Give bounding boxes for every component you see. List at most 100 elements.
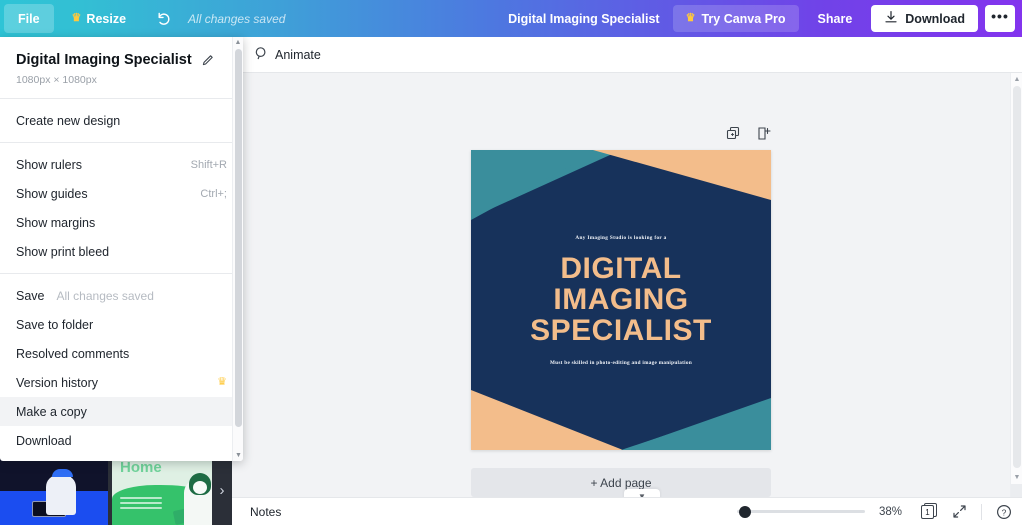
- thumbnail-text-lines: [120, 497, 162, 511]
- scrollbar-corner: [1011, 484, 1022, 497]
- menu-item-resolved-comments[interactable]: Resolved comments: [0, 339, 243, 368]
- file-menu-design-title[interactable]: Digital Imaging Specialist: [16, 52, 192, 68]
- poster-text-block: Any Imaging Studio is looking for a DIGI…: [471, 150, 771, 450]
- canva-editor-window: Home › Animat: [0, 0, 1022, 525]
- menu-item-label: Create new design: [16, 114, 120, 128]
- undo-arrow-icon[interactable]: [148, 4, 178, 33]
- poster-sub-headline: Must be skilled in photo-editing and ima…: [550, 360, 692, 366]
- menu-item-label: Show guides: [16, 187, 88, 201]
- menu-item-label: Make a copy: [16, 405, 87, 419]
- poster-headline-line-1: DIGITAL: [530, 253, 712, 284]
- menu-item-version-history[interactable]: Version history ♛: [0, 368, 243, 397]
- status-bar-divider: [981, 504, 982, 520]
- more-options-button[interactable]: •••: [985, 5, 1015, 32]
- try-canva-pro-button[interactable]: ♛ Try Canva Pro: [673, 5, 799, 32]
- topbar-left-group: File ♛ Resize All changes saved: [0, 0, 285, 37]
- menu-item-label: Save: [16, 289, 45, 303]
- file-menu-button[interactable]: File: [4, 4, 54, 33]
- menu-item-show-guides[interactable]: Show guides Ctrl+;: [0, 179, 243, 208]
- page-number-label: 1: [921, 505, 934, 519]
- duplicate-page-icon[interactable]: [726, 126, 741, 141]
- template-thumbnail[interactable]: Home: [112, 455, 220, 525]
- file-menu-dimensions: 1080px × 1080px: [16, 74, 227, 86]
- scrollbar-thumb[interactable]: [1013, 86, 1021, 468]
- template-thumbnail-row: Home: [0, 455, 232, 525]
- template-thumbnail[interactable]: [0, 455, 108, 525]
- try-canva-pro-label: Try Canva Pro: [701, 12, 785, 26]
- menu-item-label: Resolved comments: [16, 347, 129, 361]
- menu-item-label: Show margins: [16, 216, 95, 230]
- resize-label: Resize: [86, 12, 126, 26]
- poster-headline-line-2: IMAGING: [530, 284, 712, 315]
- save-status-label: All changes saved: [188, 12, 285, 26]
- zoom-level-label: 38%: [879, 506, 907, 518]
- add-page-icon[interactable]: [757, 126, 772, 141]
- svg-text:?: ?: [1002, 507, 1007, 517]
- scroll-down-arrow-icon[interactable]: ▼: [233, 450, 243, 461]
- menu-item-show-rulers[interactable]: Show rulers Shift+R: [0, 150, 243, 179]
- scroll-down-arrow-icon[interactable]: ▼: [1011, 472, 1022, 483]
- download-label: Download: [905, 12, 965, 26]
- zoom-slider-track: [737, 510, 865, 513]
- menu-item-label: Save to folder: [16, 318, 93, 332]
- design-page-poster[interactable]: Any Imaging Studio is looking for a DIGI…: [471, 150, 771, 450]
- crown-icon: ♛: [72, 13, 82, 24]
- file-menu-scrollbar[interactable]: ▲ ▼: [232, 37, 243, 461]
- pencil-icon[interactable]: [201, 53, 215, 67]
- menu-item-label: Version history: [16, 376, 98, 390]
- page-count-button[interactable]: 1: [921, 503, 938, 520]
- menu-item-shortcut: Shift+R: [191, 159, 227, 171]
- menu-item-save-to-folder[interactable]: Save to folder: [0, 310, 243, 339]
- resize-button[interactable]: ♛ Resize: [62, 4, 136, 33]
- help-icon[interactable]: ?: [996, 504, 1012, 520]
- thumbnail-home-label: Home: [120, 459, 162, 476]
- menu-item-shortcut: Ctrl+;: [200, 188, 227, 200]
- menu-item-make-a-copy[interactable]: Make a copy: [0, 397, 243, 426]
- zoom-slider-knob[interactable]: [739, 506, 751, 518]
- download-icon: [884, 10, 898, 27]
- zoom-slider[interactable]: [737, 506, 865, 518]
- menu-item-label: Show print bleed: [16, 245, 109, 259]
- canvas-vertical-scrollbar[interactable]: ▲ ▼: [1010, 73, 1022, 497]
- add-page-button[interactable]: + Add page: [471, 468, 771, 497]
- canvas-scroll-area: Any Imaging Studio is looking for a DIGI…: [232, 73, 1022, 525]
- fullscreen-icon[interactable]: [952, 504, 967, 519]
- animate-button[interactable]: Animate: [244, 42, 331, 68]
- share-button[interactable]: Share: [806, 5, 865, 32]
- status-bar: Notes 38% 1 ?: [232, 497, 1022, 525]
- poster-headline: DIGITAL IMAGING SPECIALIST: [530, 253, 712, 346]
- menu-group-create: Create new design: [0, 99, 243, 142]
- thumbnail-person-cap: [52, 469, 73, 477]
- crown-icon: ♛: [686, 13, 696, 24]
- menu-item-save[interactable]: Save All changes saved: [0, 281, 243, 310]
- editor-area: Animate: [232, 37, 1022, 525]
- magic-circle-icon: [254, 46, 268, 63]
- thumbnail-person-face: [193, 481, 207, 494]
- menu-item-label: Download: [16, 434, 72, 448]
- menu-item-show-print-bleed[interactable]: Show print bleed: [0, 237, 243, 266]
- scrollbar-thumb[interactable]: [235, 49, 242, 427]
- menu-group-view: Show rulers Shift+R Show guides Ctrl+; S…: [0, 143, 243, 273]
- menu-item-create-new-design[interactable]: Create new design: [0, 106, 243, 135]
- menu-item-save-status: All changes saved: [57, 289, 154, 303]
- animate-label: Animate: [275, 48, 321, 62]
- design-toolbar: Animate: [232, 37, 1022, 73]
- menu-item-download[interactable]: Download: [0, 426, 243, 455]
- scroll-up-arrow-icon[interactable]: ▲: [233, 37, 243, 48]
- poster-pre-headline: Any Imaging Studio is looking for a: [575, 235, 666, 241]
- status-bar-right-group: 38% 1 ?: [737, 503, 1022, 520]
- template-next-arrow-button[interactable]: ›: [212, 455, 232, 525]
- file-menu-header: Digital Imaging Specialist 1080px × 1080…: [0, 37, 243, 98]
- file-dropdown-menu: Digital Imaging Specialist 1080px × 1080…: [0, 37, 243, 461]
- scroll-up-arrow-icon[interactable]: ▲: [1011, 74, 1022, 85]
- menu-item-label: Show rulers: [16, 158, 82, 172]
- file-menu-title-row: Digital Imaging Specialist: [16, 52, 227, 68]
- topbar-right-group: Digital Imaging Specialist ♛ Try Canva P…: [508, 0, 1022, 37]
- notes-button[interactable]: Notes: [250, 505, 281, 519]
- top-navigation-bar: File ♛ Resize All changes saved Digital …: [0, 0, 1022, 37]
- crown-icon: ♛: [217, 377, 227, 388]
- poster-headline-line-3: SPECIALIST: [530, 315, 712, 346]
- menu-item-show-margins[interactable]: Show margins: [0, 208, 243, 237]
- document-title[interactable]: Digital Imaging Specialist: [508, 12, 659, 26]
- download-button[interactable]: Download: [871, 5, 978, 32]
